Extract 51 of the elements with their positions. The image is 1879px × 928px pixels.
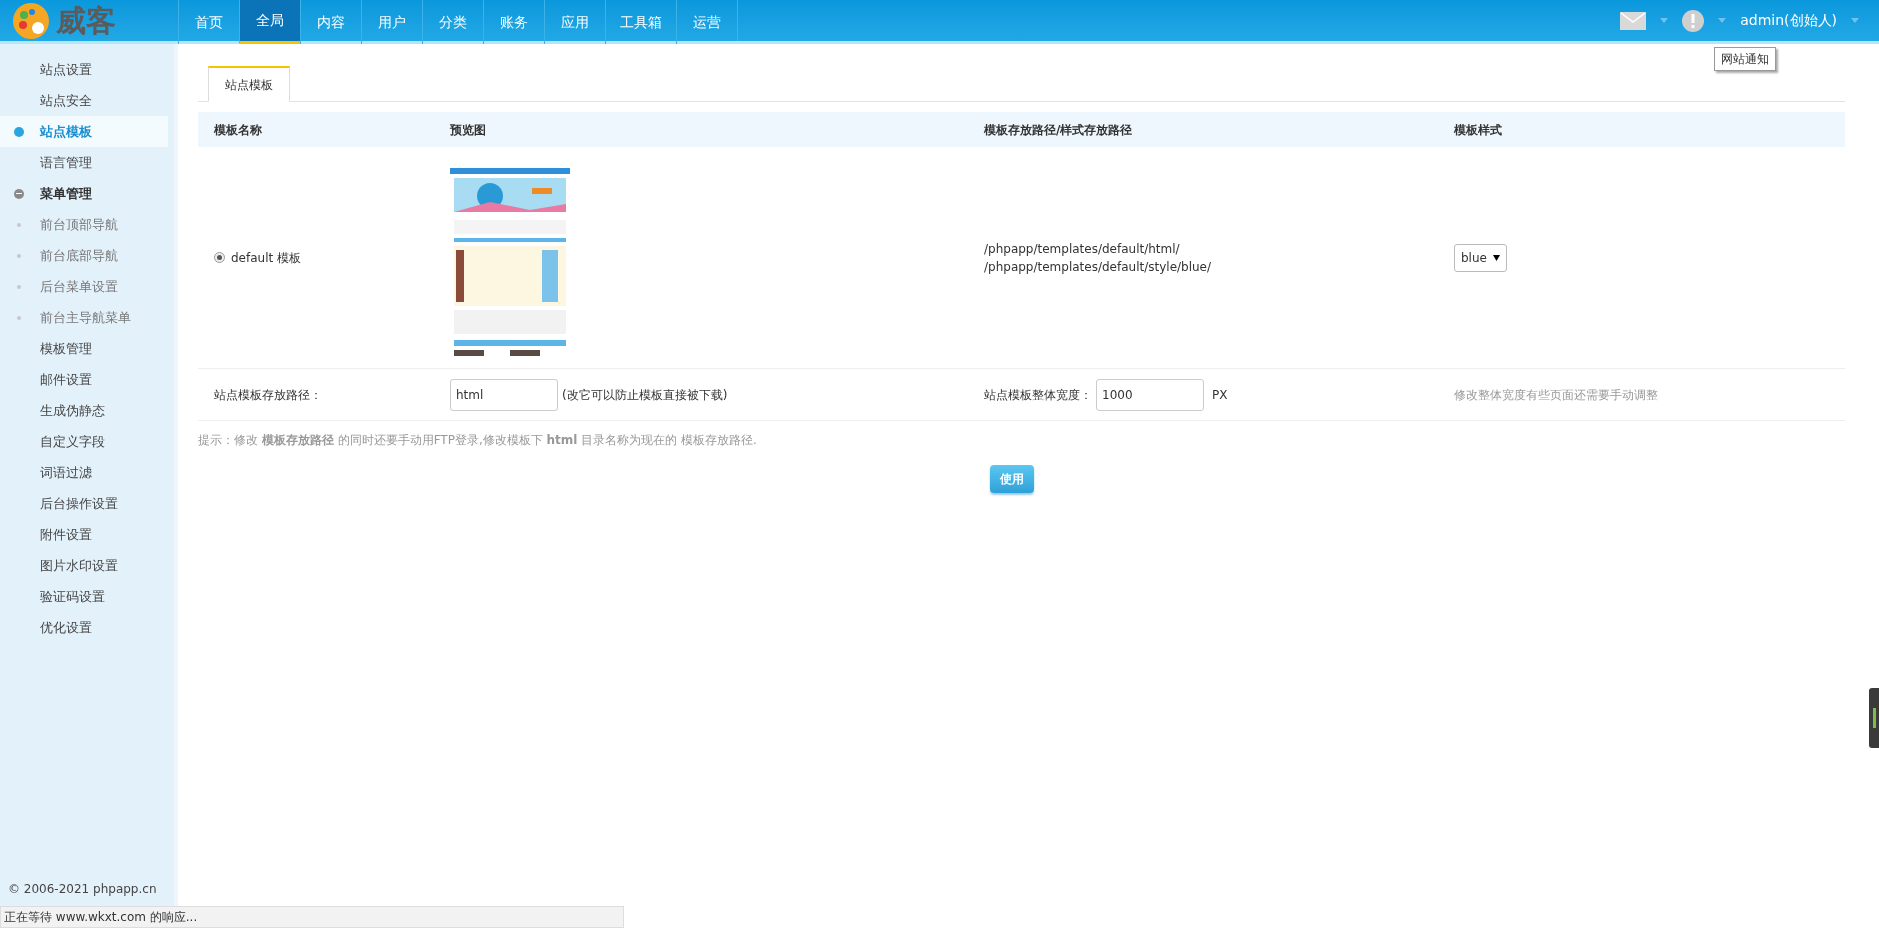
bullet-icon <box>17 315 21 320</box>
unit-label: PX <box>1212 386 1228 404</box>
path-text: /phpapp/templates/default/html/ <box>984 240 1181 258</box>
logo-text: 威客 <box>56 5 116 36</box>
column-header: 预览图 <box>434 112 968 147</box>
input-field[interactable]: html <box>450 378 558 411</box>
path-text: /phpapp/templates/default/style/blue/ <box>984 258 1213 276</box>
bullet-icon <box>17 222 21 227</box>
sidebar-item[interactable]: 后台操作设置 <box>0 488 168 519</box>
tab[interactable]: 站点模板 <box>208 66 290 102</box>
bullet-icon <box>17 253 21 258</box>
column-header: 模板名称 <box>198 112 434 147</box>
palette-logo-icon <box>12 1 50 40</box>
sidebar-item[interactable]: 邮件设置 <box>0 364 168 395</box>
copyright-text: © 2006-2021 phpapp.cn <box>8 881 157 896</box>
sidebar-item[interactable]: 验证码设置 <box>0 581 168 612</box>
column-header: 模板存放路径/样式存放路径 <box>968 112 1438 147</box>
sidebar-item[interactable]: 菜单管理 <box>0 178 168 209</box>
style-select[interactable]: blue <box>1454 243 1507 272</box>
sidebar-item[interactable]: 附件设置 <box>0 519 168 550</box>
field-label: 站点模板整体宽度： <box>984 386 1092 404</box>
status-bar: 正在等待 www.wkxt.com 的响应... <box>0 906 624 928</box>
sidebar-item[interactable]: 后台菜单设置 <box>0 271 168 302</box>
caret-icon <box>1492 254 1500 261</box>
hint-text: 提示：修改 模板存放路径 的同时还要手动用FTP登录,修改模板下 html 目录名称为现在的 模板存放路径. <box>198 432 758 449</box>
bullet-icon <box>14 126 24 137</box>
nav-tab[interactable]: 全局 <box>239 0 300 44</box>
template-name: default 模板 <box>231 249 302 267</box>
sidebar-item[interactable]: 词语过滤 <box>0 457 168 488</box>
column-header: 模板样式 <box>1438 112 1845 147</box>
sidebar-item[interactable]: 自定义字段 <box>0 426 168 457</box>
sidebar-item[interactable]: 前台主导航菜单 <box>0 302 168 333</box>
sidebar-item[interactable]: 站点设置 <box>0 54 168 85</box>
side-handle[interactable] <box>1869 688 1879 748</box>
input-field[interactable]: 1000 <box>1096 378 1204 411</box>
field-note: (改它可以防止模板直接被下载) <box>562 386 728 404</box>
tooltip: 网站通知 <box>1714 47 1776 71</box>
sidebar-item[interactable]: 站点安全 <box>0 85 168 116</box>
sidebar-item[interactable]: 图片水印设置 <box>0 550 168 581</box>
radio-button[interactable] <box>214 252 225 263</box>
sidebar-item[interactable]: 生成伪静态 <box>0 395 168 426</box>
field-note: 修改整体宽度有些页面还需要手动调整 <box>1454 386 1658 404</box>
sidebar-item[interactable]: 前台顶部导航 <box>0 209 168 240</box>
bullet-icon <box>17 284 21 289</box>
sidebar-item[interactable]: 语言管理 <box>0 147 168 178</box>
alert-icon[interactable] <box>1682 9 1705 32</box>
sidebar-item[interactable]: 前台底部导航 <box>0 240 168 271</box>
sidebar-item[interactable]: 模板管理 <box>0 333 168 364</box>
mail-icon[interactable] <box>1620 11 1647 30</box>
sidebar-item[interactable]: 优化设置 <box>0 612 168 643</box>
field-label: 站点模板存放路径： <box>214 386 322 404</box>
